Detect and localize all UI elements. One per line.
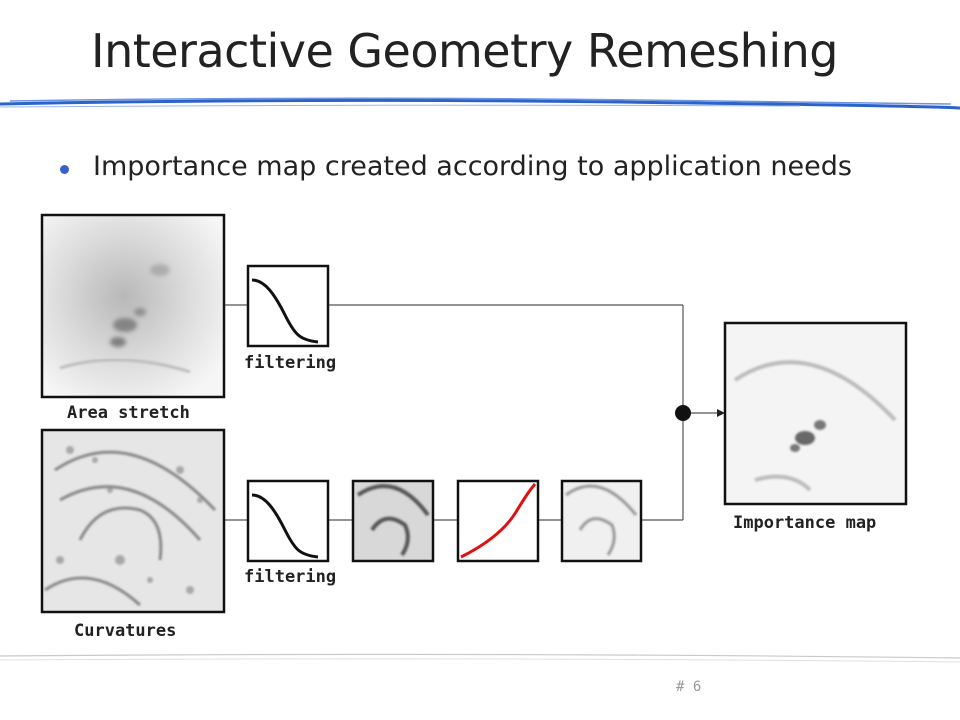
merge-node [675,405,691,421]
filtering-label-bottom: filtering [244,567,337,587]
filtering-label-top: filtering [244,353,337,373]
filtered-curvature-image [351,479,435,563]
curvatures-image [40,428,226,614]
footer-lines [0,653,960,663]
area-stretch-label: Area stretch [67,403,190,423]
filter-curve-bottom [246,479,330,563]
bullet-text: Importance map created according to appl… [93,151,852,182]
importance-map-label: Importance map [733,513,877,533]
slide-graphics [0,97,960,663]
mapped-curvature-image [560,479,643,563]
page-number: # 6 [676,679,702,695]
slide-title: Interactive Geometry Remeshing [91,24,838,78]
importance-map-image [723,321,908,506]
curvatures-label: Curvatures [74,621,177,641]
transfer-curve [456,479,540,563]
area-stretch-image [40,213,226,399]
bullet-icon [60,165,69,174]
title-underline [0,97,960,110]
filter-curve-top [246,264,330,348]
